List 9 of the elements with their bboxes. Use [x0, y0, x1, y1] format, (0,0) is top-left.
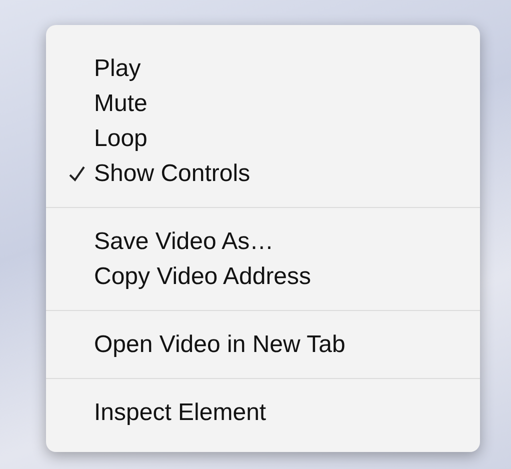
menu-item[interactable]: Mute	[46, 86, 480, 121]
menu-item[interactable]: Open Video in New Tab	[46, 327, 480, 362]
menu-item[interactable]: Play	[46, 51, 480, 86]
menu-item[interactable]: Copy Video Address	[46, 259, 480, 294]
menu-item[interactable]: Show Controls	[46, 156, 480, 191]
menu-item[interactable]: Save Video As…	[46, 224, 480, 259]
menu-item[interactable]: Inspect Element	[46, 395, 480, 430]
menu-item[interactable]: Loop	[46, 121, 480, 156]
checkmark-icon	[68, 164, 86, 182]
